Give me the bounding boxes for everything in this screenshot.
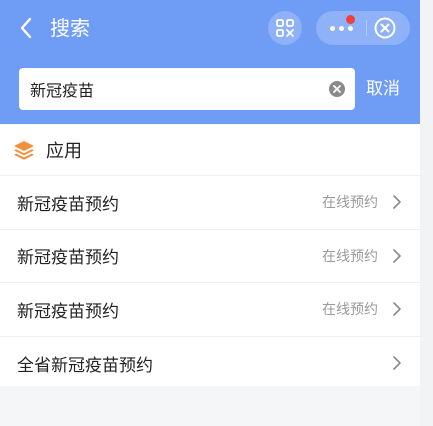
chevron-right-icon <box>393 356 401 371</box>
more-dots-icon <box>329 25 353 31</box>
clear-circle-icon <box>329 81 345 97</box>
section-header: 应用 <box>0 124 420 176</box>
chevron-right-icon <box>393 302 401 317</box>
section-title: 应用 <box>46 140 82 162</box>
result-action: 在线预约 <box>322 195 378 212</box>
result-title: 新冠疫苗预约 <box>17 301 119 322</box>
chevron-right-icon <box>393 248 401 263</box>
cancel-button[interactable]: 取消 <box>366 78 400 100</box>
result-action: 在线预约 <box>322 248 378 265</box>
layers-icon <box>14 140 34 160</box>
chevron-right-icon <box>393 195 401 210</box>
clear-search-button[interactable] <box>328 80 346 98</box>
search-page: 搜索 新冠疫苗 取消 应用 新冠疫苗预约 在线预约 新冠疫苗预约 在线预约 新冠… <box>0 0 433 426</box>
results-section: 应用 新冠疫苗预约 在线预约 新冠疫苗预约 在线预约 新冠疫苗预约 在线预约 全… <box>0 124 420 386</box>
result-row[interactable]: 新冠疫苗预约 在线预约 <box>0 283 420 337</box>
search-box <box>19 68 355 110</box>
result-row[interactable]: 全省新冠疫苗预约 <box>0 337 420 391</box>
more-button[interactable] <box>316 11 366 45</box>
result-row[interactable]: 新冠疫苗预约 在线预约 <box>0 176 420 230</box>
notification-dot <box>346 15 355 24</box>
back-button[interactable] <box>12 14 40 42</box>
page-title: 搜索 <box>50 16 90 40</box>
capsule-divider <box>366 20 367 36</box>
result-action: 在线预约 <box>322 302 378 319</box>
scroll-edge <box>420 0 433 426</box>
scan-button[interactable] <box>268 11 302 45</box>
close-button[interactable] <box>372 15 398 41</box>
result-title: 新冠疫苗预约 <box>17 248 119 269</box>
close-circle-icon <box>374 17 396 39</box>
header-bar: 搜索 新冠疫苗 取消 <box>0 0 420 124</box>
result-title: 新冠疫苗预约 <box>17 194 119 215</box>
scan-icon <box>276 19 294 37</box>
search-input[interactable] <box>19 68 319 110</box>
result-title: 全省新冠疫苗预约 <box>17 355 153 376</box>
mini-program-capsule <box>316 11 410 45</box>
chevron-left-icon <box>20 17 32 39</box>
result-row[interactable]: 新冠疫苗预约 在线预约 <box>0 230 420 283</box>
